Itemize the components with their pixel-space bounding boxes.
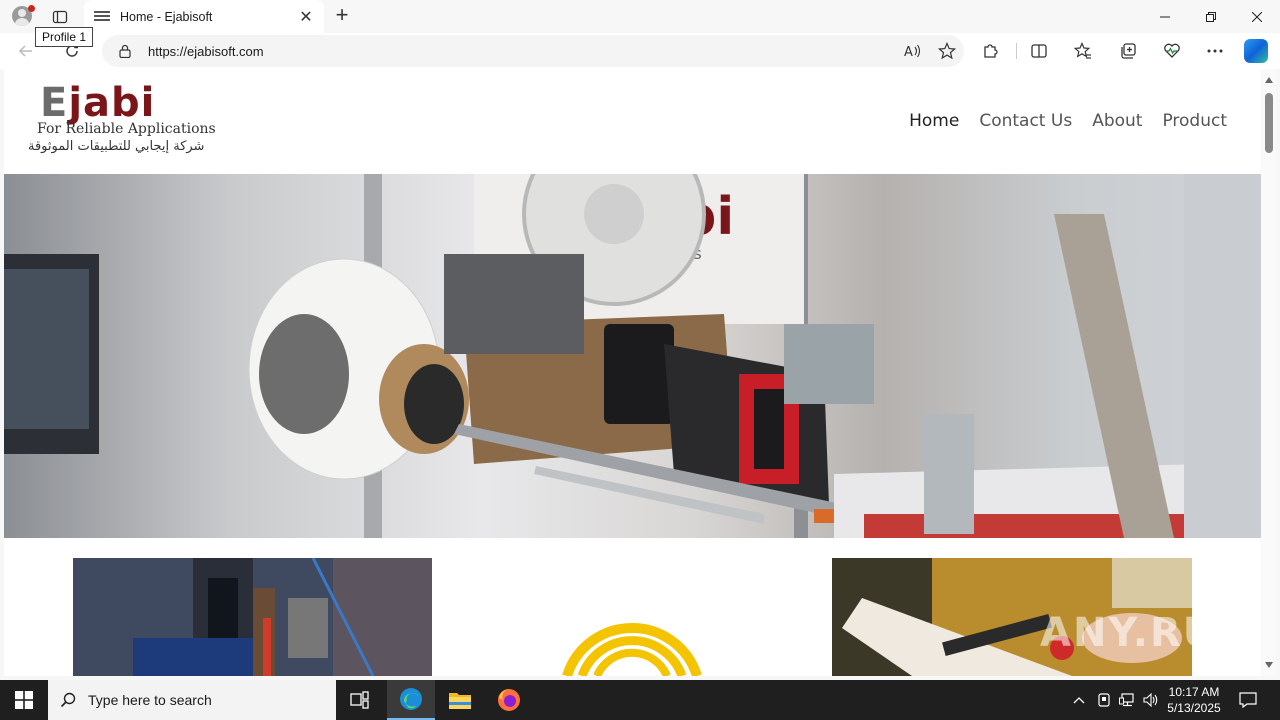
profile-tooltip: Profile 1: [35, 27, 94, 47]
restore-button[interactable]: [1188, 0, 1234, 33]
speaker-icon: [1143, 693, 1158, 707]
performance-button[interactable]: [1157, 38, 1187, 64]
windows-taskbar: Type here to search 10:17 AM 5/13/2025: [0, 680, 1280, 720]
ellipsis-icon: [1207, 49, 1223, 53]
scroll-up-arrow-icon[interactable]: [1265, 77, 1273, 83]
file-explorer-button[interactable]: [436, 680, 484, 720]
tab-actions-icon: [52, 10, 68, 24]
read-aloud-icon[interactable]: A: [896, 37, 930, 65]
taskbar-search[interactable]: Type here to search: [48, 680, 336, 720]
site-favicon-icon: [94, 10, 110, 23]
network-button[interactable]: [1116, 680, 1138, 720]
restore-icon: [1206, 11, 1216, 22]
firefox-icon: [498, 689, 520, 711]
favorites-icon: [1074, 42, 1091, 59]
logo-letter-e: E: [40, 80, 69, 126]
profile-notification-dot: [28, 5, 35, 12]
clock-time: 10:17 AM: [1168, 685, 1220, 699]
lock-icon[interactable]: [118, 43, 132, 59]
favorites-button[interactable]: [1068, 38, 1098, 64]
site-logo[interactable]: Ejabi For Reliable Applications شركة إيج…: [28, 81, 238, 161]
task-view-button[interactable]: [336, 680, 384, 720]
puzzle-icon: [984, 44, 998, 58]
search-icon: [60, 692, 76, 708]
scroll-down-arrow-icon[interactable]: [1265, 662, 1273, 668]
minimize-button[interactable]: [1142, 0, 1188, 33]
logo-wordmark: Ejabi: [40, 81, 155, 125]
collections-icon: [1121, 43, 1136, 59]
nav-about[interactable]: About: [1092, 111, 1142, 131]
firefox-button[interactable]: [485, 680, 533, 720]
copilot-icon[interactable]: [1244, 39, 1268, 63]
page-scrollbar[interactable]: [1261, 69, 1276, 676]
clock-date: 5/13/2025: [1167, 701, 1221, 715]
product-card-vision-system[interactable]: [73, 558, 432, 676]
labeling-machine-illustration: abi Applications: [4, 174, 1261, 538]
url-text[interactable]: https://ejabisoft.com: [148, 44, 896, 59]
more-button[interactable]: [1200, 38, 1230, 64]
minimize-icon: [1160, 16, 1170, 17]
edge-taskbar-button[interactable]: [387, 680, 435, 720]
volume-button[interactable]: [1140, 680, 1162, 720]
star-icon[interactable]: [930, 37, 964, 65]
device-tray-button[interactable]: [1094, 680, 1114, 720]
site-nav: Home Contact Us About Product: [909, 111, 1227, 131]
page-viewport: Ejabi For Reliable Applications شركة إيج…: [4, 69, 1261, 676]
split-screen-button[interactable]: [1024, 38, 1054, 64]
toolbar-divider: [1016, 43, 1017, 59]
logo-tagline: For Reliable Applications: [37, 121, 216, 137]
device-icon: [1098, 693, 1110, 707]
site-header: Ejabi For Reliable Applications شركة إيج…: [4, 69, 1261, 174]
tab-active[interactable]: Home - Ejabisoft ✕: [84, 0, 324, 33]
hero-image: abi Applications: [4, 174, 1261, 538]
start-button[interactable]: [0, 680, 48, 720]
logo-arabic-tagline: شركة إيجابي للتطبيقات الموثوقة: [28, 139, 205, 154]
windows-logo-icon: [15, 691, 33, 709]
tab-title: Home - Ejabisoft: [120, 9, 213, 24]
network-icon: [1119, 693, 1134, 707]
logo-letters-jabi: jabi: [68, 80, 156, 126]
search-placeholder: Type here to search: [88, 692, 212, 708]
taskbar-clock[interactable]: 10:17 AM 5/13/2025: [1160, 684, 1228, 716]
close-window-button[interactable]: [1234, 0, 1280, 33]
file-explorer-icon: [449, 693, 471, 709]
anyrun-watermark: ANY.RUN: [1040, 610, 1253, 656]
task-view-icon: [350, 691, 369, 709]
browser-titlebar: Home - Ejabisoft ✕ +: [0, 0, 1280, 33]
new-tab-button[interactable]: +: [330, 4, 354, 28]
edge-icon: [400, 688, 422, 710]
show-hidden-icons-button[interactable]: [1068, 680, 1090, 720]
scroll-thumb[interactable]: [1265, 93, 1273, 153]
collections-button[interactable]: [1113, 38, 1143, 64]
nav-product[interactable]: Product: [1162, 111, 1227, 131]
vision-system-photo: [73, 558, 432, 676]
address-bar[interactable]: https://ejabisoft.com A: [102, 35, 964, 67]
chevron-up-icon: [1073, 697, 1085, 704]
notification-icon: [1239, 692, 1257, 708]
nav-home[interactable]: Home: [909, 111, 959, 131]
split-screen-icon: [1031, 44, 1047, 58]
back-arrow-icon: [18, 45, 32, 57]
product-card-logo[interactable]: [432, 558, 836, 676]
svg-text:A: A: [904, 45, 913, 59]
close-icon: [1252, 11, 1262, 22]
extensions-button[interactable]: [976, 38, 1006, 64]
yellow-arcs-logo: [562, 622, 702, 676]
notification-center-button[interactable]: [1232, 680, 1264, 720]
heart-pulse-icon: [1164, 43, 1180, 58]
browser-toolbar: https://ejabisoft.com A: [0, 33, 1280, 69]
tab-close-icon[interactable]: ✕: [298, 7, 314, 27]
nav-contact-us[interactable]: Contact Us: [979, 111, 1072, 131]
